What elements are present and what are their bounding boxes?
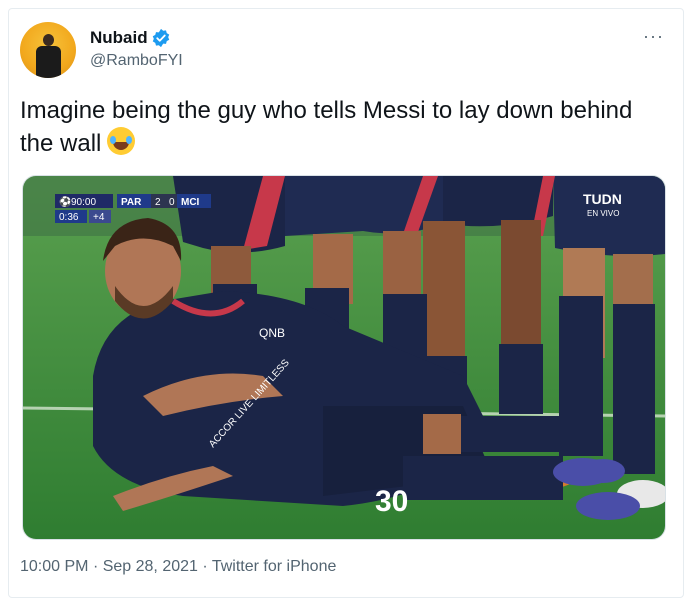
- avatar-figure-body: [36, 46, 61, 78]
- broadcaster-sub: EN VIVO: [587, 209, 619, 218]
- verified-badge-icon: [152, 28, 170, 48]
- tweet-source[interactable]: Twitter for iPhone: [212, 558, 337, 575]
- tweet-time[interactable]: 10:00 PM: [20, 558, 88, 575]
- scoreboard-home-score: 2: [155, 197, 161, 208]
- scoreboard-added-time: +4: [93, 212, 105, 223]
- tweet-media-image[interactable]: 30 QNB ACCOR LIVE LIMITLESS ⚽ 90:00 PAR …: [22, 175, 666, 540]
- scoreboard-home: PAR: [121, 197, 142, 208]
- tweet-date[interactable]: Sep 28, 2021: [103, 558, 198, 575]
- more-options-icon[interactable]: ···: [643, 26, 664, 47]
- user-handle[interactable]: @RamboFYI: [90, 52, 183, 70]
- jersey-number: 30: [375, 485, 408, 518]
- scoreboard-away-score: 0: [169, 197, 175, 208]
- svg-text:⚽: ⚽: [58, 195, 71, 208]
- tweet-metadata: 10:00 PM · Sep 28, 2021 · Twitter for iP…: [20, 558, 336, 576]
- broadcaster-logo: TUDN: [583, 191, 622, 207]
- scoreboard-clock: 90:00: [71, 197, 96, 208]
- display-name[interactable]: Nubaid: [90, 28, 148, 48]
- avatar-figure-head: [43, 34, 54, 46]
- tweet-text: Imagine being the guy who tells Messi to…: [20, 94, 660, 160]
- match-photo: 30 QNB ACCOR LIVE LIMITLESS ⚽ 90:00 PAR …: [23, 176, 665, 539]
- scoreboard-away: MCI: [181, 197, 200, 208]
- avatar[interactable]: [20, 22, 76, 78]
- scoreboard-added-clock: 0:36: [59, 212, 79, 223]
- face-with-tears-of-joy-icon: [107, 127, 136, 155]
- sleeve-sponsor: QNB: [259, 326, 285, 340]
